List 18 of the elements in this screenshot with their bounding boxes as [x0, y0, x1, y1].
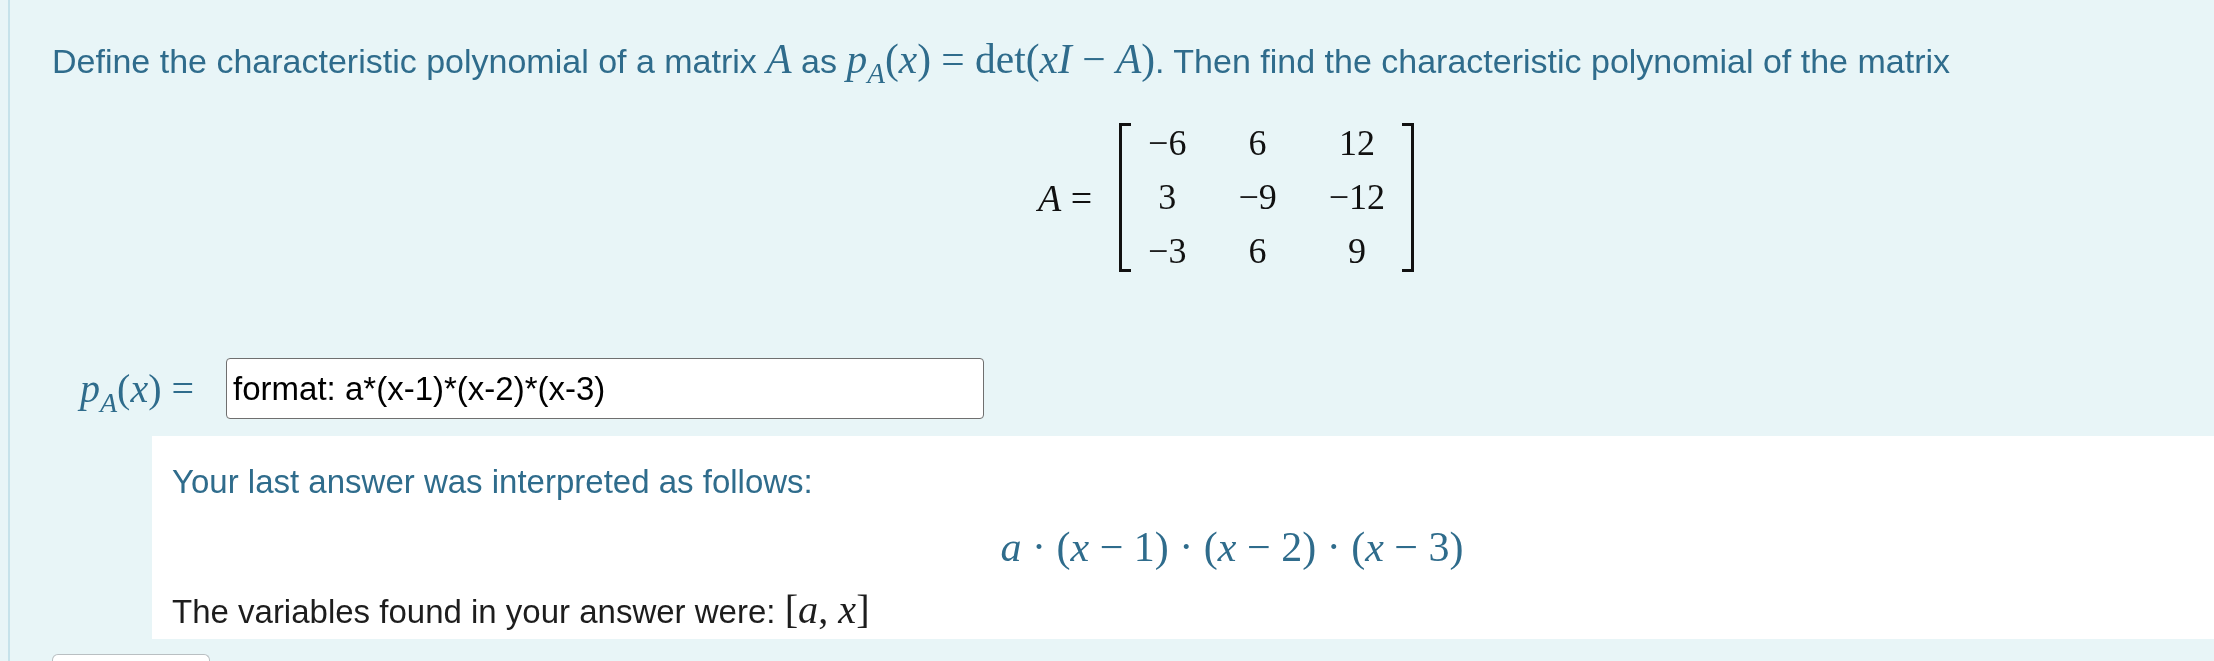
matrix-entry: −6	[1148, 124, 1187, 162]
question-text: Define the characteristic polynomial of a matrix A as p$_{A}$(x) = det(xI − A). Then find the characteristic polynomial of the matrix	[52, 36, 1952, 84]
matrix-entry: −3	[1148, 232, 1187, 270]
feedback-text: Your last answer was interpreted as follows:	[172, 462, 814, 502]
matrix-entry: −9	[1238, 178, 1277, 216]
matrix-entry: 12	[1338, 124, 1375, 162]
matrix-entry: −12	[1328, 178, 1386, 216]
matrix-entry: 9	[1347, 232, 1366, 270]
bracket-icon	[1402, 123, 1415, 272]
answer-input[interactable]: format: a*(x-1)*(x-2)*(x-3)	[226, 358, 985, 419]
matrix-entry: 6	[1248, 124, 1267, 162]
bracket-icon	[1119, 123, 1132, 272]
variables-text: The variables found in your answer were: [a, x]	[172, 589, 871, 633]
interpreted-expression: a · (x − 1) · (x − 2) · (x − 3)	[1000, 524, 1464, 570]
matrix-entry: 6	[1248, 232, 1267, 270]
matrix-label: A =	[1037, 175, 1093, 220]
partial-button[interactable]	[52, 654, 210, 661]
matrix-entry: 3	[1158, 178, 1177, 216]
